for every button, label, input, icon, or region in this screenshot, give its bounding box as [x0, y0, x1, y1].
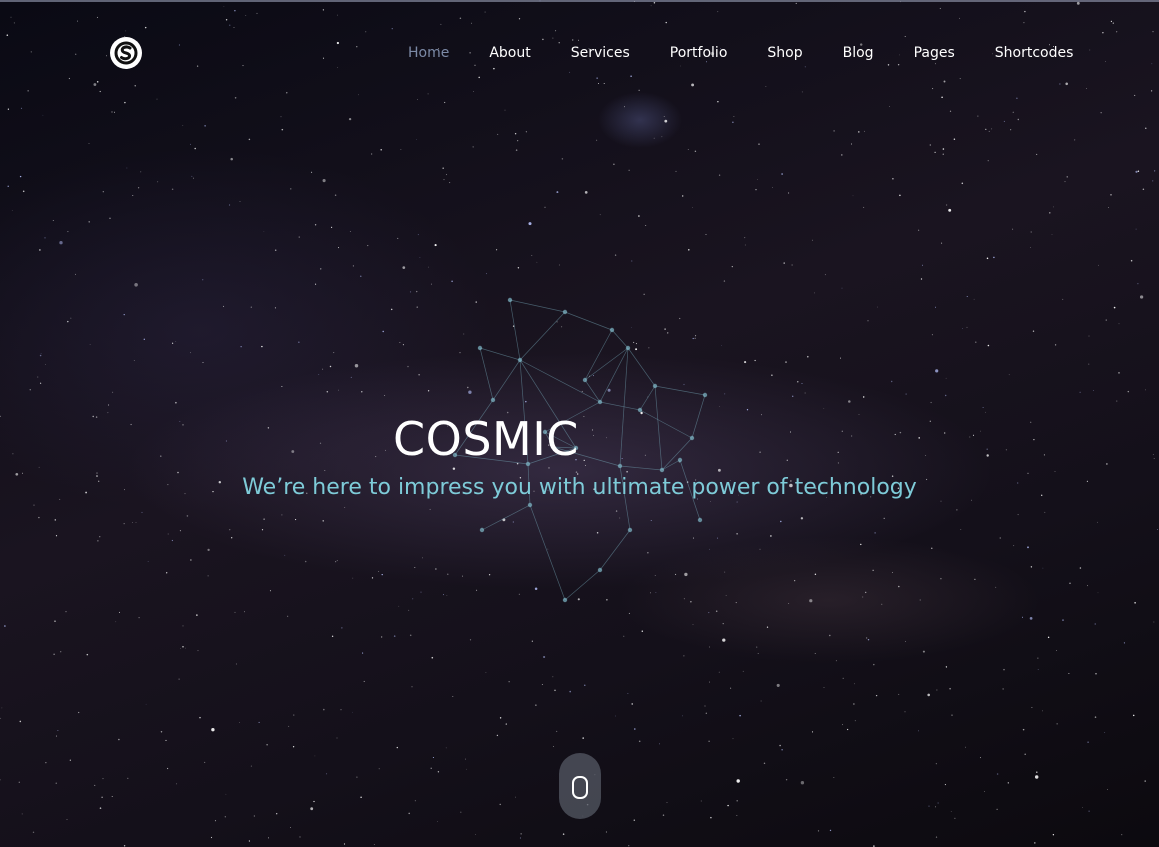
scroll-down-button[interactable] — [559, 753, 601, 819]
nav-item-blog[interactable]: Blog — [823, 43, 894, 63]
hero-title: COSMIC — [393, 412, 579, 466]
site-logo[interactable] — [110, 37, 142, 69]
starfield-background — [0, 0, 1158, 847]
main-navigation: Home About Services Portfolio Shop Blog … — [388, 43, 1093, 63]
mouse-scroll-icon — [572, 776, 588, 799]
circled-s-logo-icon — [114, 41, 138, 65]
nav-item-home[interactable]: Home — [388, 43, 469, 63]
nav-item-pages[interactable]: Pages — [894, 43, 975, 63]
nav-item-shortcodes[interactable]: Shortcodes — [975, 43, 1094, 63]
nav-item-services[interactable]: Services — [551, 43, 650, 63]
nav-item-about[interactable]: About — [469, 43, 550, 63]
nav-item-portfolio[interactable]: Portfolio — [650, 43, 748, 63]
hero-section: Home About Services Portfolio Shop Blog … — [0, 0, 1159, 847]
hero-tagline: We’re here to impress you with ultimate … — [242, 475, 917, 500]
nav-item-shop[interactable]: Shop — [747, 43, 822, 63]
